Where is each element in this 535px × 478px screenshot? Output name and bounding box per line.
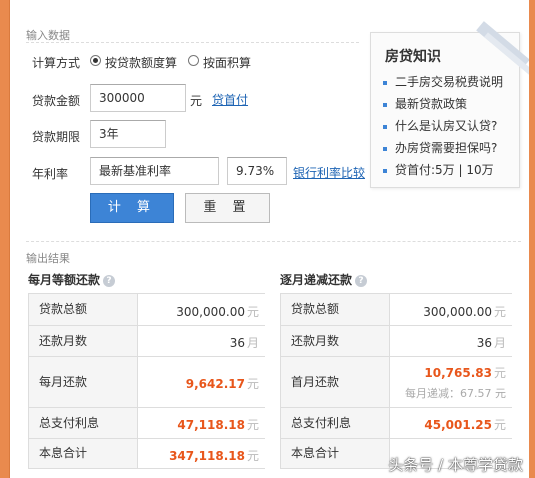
monthly-decrease-note: 每月递减：67.57 元 [405, 387, 506, 400]
bullet-icon [383, 146, 387, 151]
table-row: 总支付利息 47,118.18 元 [28, 408, 265, 439]
knowledge-item-label[interactable]: 最新贷款政策 [395, 97, 467, 111]
table-row: 首月还款 10,765.83 元 每月递减：67.57 元 [280, 357, 512, 408]
principal-interest-total-value: 347,118.18 元 [169, 449, 259, 463]
table-row: 还款月数 36 月 [28, 326, 265, 357]
help-icon[interactable]: ? [103, 274, 116, 287]
table-row: 贷款总额 300,000.00 元 [280, 294, 512, 326]
table-row: 本息合计 347,118.18 元 [28, 439, 265, 469]
radio-by-amount-label[interactable]: 按贷款额度算 [105, 54, 177, 71]
equal-installment-title-text: 每月等额还款 [28, 273, 101, 287]
decreasing-installment-title: 逐月递减还款? [280, 271, 368, 288]
table-row: 总支付利息 45,001.25 元 [280, 408, 512, 439]
first-month-payment-value: 10,765.83 元 [424, 366, 506, 380]
equal-installment-table: 贷款总额 300,000.00 元 还款月数 36 月 每月还款 9,642.17 元… [28, 293, 265, 469]
decreasing-installment-table: 贷款总额 300,000.00 元 还款月数 36 月 首月还款 10,765.83… [280, 293, 512, 469]
knowledge-title: 房贷知识 [385, 49, 441, 65]
row-value: 300,000.00 元 [423, 305, 506, 319]
bank-rate-compare-link[interactable]: 银行利率比较 [293, 164, 365, 181]
row-key: 首月还款 [280, 357, 390, 407]
mortgage-knowledge-card: 房贷知识 二手房交易税费说明 最新贷款政策 什么是认房又认贷? 办房贷需要担保吗… [370, 21, 529, 188]
row-key: 贷款总额 [280, 294, 390, 325]
loan-term-label: 贷款期限 [32, 130, 81, 144]
table-row: 每月还款 9,642.17 元 [28, 357, 265, 408]
total-interest-value: 47,118.18 元 [177, 418, 259, 432]
reset-button[interactable]: 重 置 [185, 193, 270, 223]
help-icon[interactable]: ? [355, 274, 368, 287]
knowledge-item[interactable]: 办房贷需要担保吗? [383, 137, 503, 159]
total-interest-value: 45,001.25 元 [424, 418, 506, 432]
annual-rate-label: 年利率 [32, 167, 69, 181]
divider [26, 241, 521, 242]
row-key: 总支付利息 [28, 408, 138, 438]
knowledge-item[interactable]: 最新贷款政策 [383, 93, 503, 115]
bullet-icon [383, 102, 387, 107]
row-key: 每月还款 [28, 357, 138, 407]
row-key: 还款月数 [28, 326, 138, 356]
radio-by-area[interactable] [188, 55, 199, 66]
radio-by-area-label[interactable]: 按面积算 [203, 54, 251, 71]
knowledge-item[interactable]: 贷首付:5万 | 10万 [383, 159, 503, 181]
knowledge-list: 二手房交易税费说明 最新贷款政策 什么是认房又认贷? 办房贷需要担保吗? 贷首付… [383, 71, 503, 181]
knowledge-item-label[interactable]: 二手房交易税费说明 [395, 75, 503, 89]
radio-by-amount[interactable] [90, 55, 101, 66]
rate-value-input[interactable]: 9.73% [227, 157, 287, 185]
divider [26, 42, 359, 43]
loan-amount-label: 贷款金额 [32, 94, 81, 108]
row-key: 还款月数 [280, 326, 390, 356]
row-value: 36 月 [476, 336, 506, 350]
calc-method-label: 计算方式 [32, 56, 81, 70]
watermark: 头条号 / 本尊学贷款 [388, 456, 523, 474]
monthly-payment-value: 9,642.17 元 [185, 377, 259, 391]
bullet-icon [383, 168, 387, 173]
decreasing-installment-title-text: 逐月递减还款 [280, 273, 353, 287]
knowledge-item-label[interactable]: 办房贷需要担保吗? [395, 141, 497, 155]
loan-amount-unit: 元 [190, 94, 203, 108]
knowledge-item[interactable]: 二手房交易税费说明 [383, 71, 503, 93]
bullet-icon [383, 80, 387, 85]
knowledge-item[interactable]: 什么是认房又认贷? [383, 115, 503, 137]
loan-term-select[interactable]: 3年 [90, 120, 166, 148]
equal-installment-title: 每月等额还款? [28, 271, 116, 288]
down-payment-link[interactable]: 贷首付 [212, 91, 248, 108]
row-key: 贷款总额 [28, 294, 138, 325]
bullet-icon [383, 124, 387, 129]
output-section-title: 输出结果 [26, 252, 70, 265]
row-key: 本息合计 [28, 439, 138, 468]
knowledge-item-label[interactable]: 贷首付:5万 | 10万 [395, 163, 494, 177]
knowledge-item-label[interactable]: 什么是认房又认贷? [395, 119, 497, 133]
input-section-title: 输入数据 [26, 29, 70, 42]
row-key: 本息合计 [280, 439, 390, 468]
row-key: 总支付利息 [280, 408, 390, 438]
row-value: 300,000.00 元 [176, 305, 259, 319]
loan-amount-input[interactable]: 300000 [90, 84, 186, 112]
table-row: 贷款总额 300,000.00 元 [28, 294, 265, 326]
rate-type-select[interactable]: 最新基准利率 [90, 157, 219, 185]
table-row: 还款月数 36 月 [280, 326, 512, 357]
row-value: 36 月 [229, 336, 259, 350]
calculator-panel: 输入数据 计算方式 按贷款额度算 按面积算 贷款金额 300000 元 贷首付 … [9, 0, 529, 478]
calculate-button[interactable]: 计 算 [90, 193, 174, 223]
